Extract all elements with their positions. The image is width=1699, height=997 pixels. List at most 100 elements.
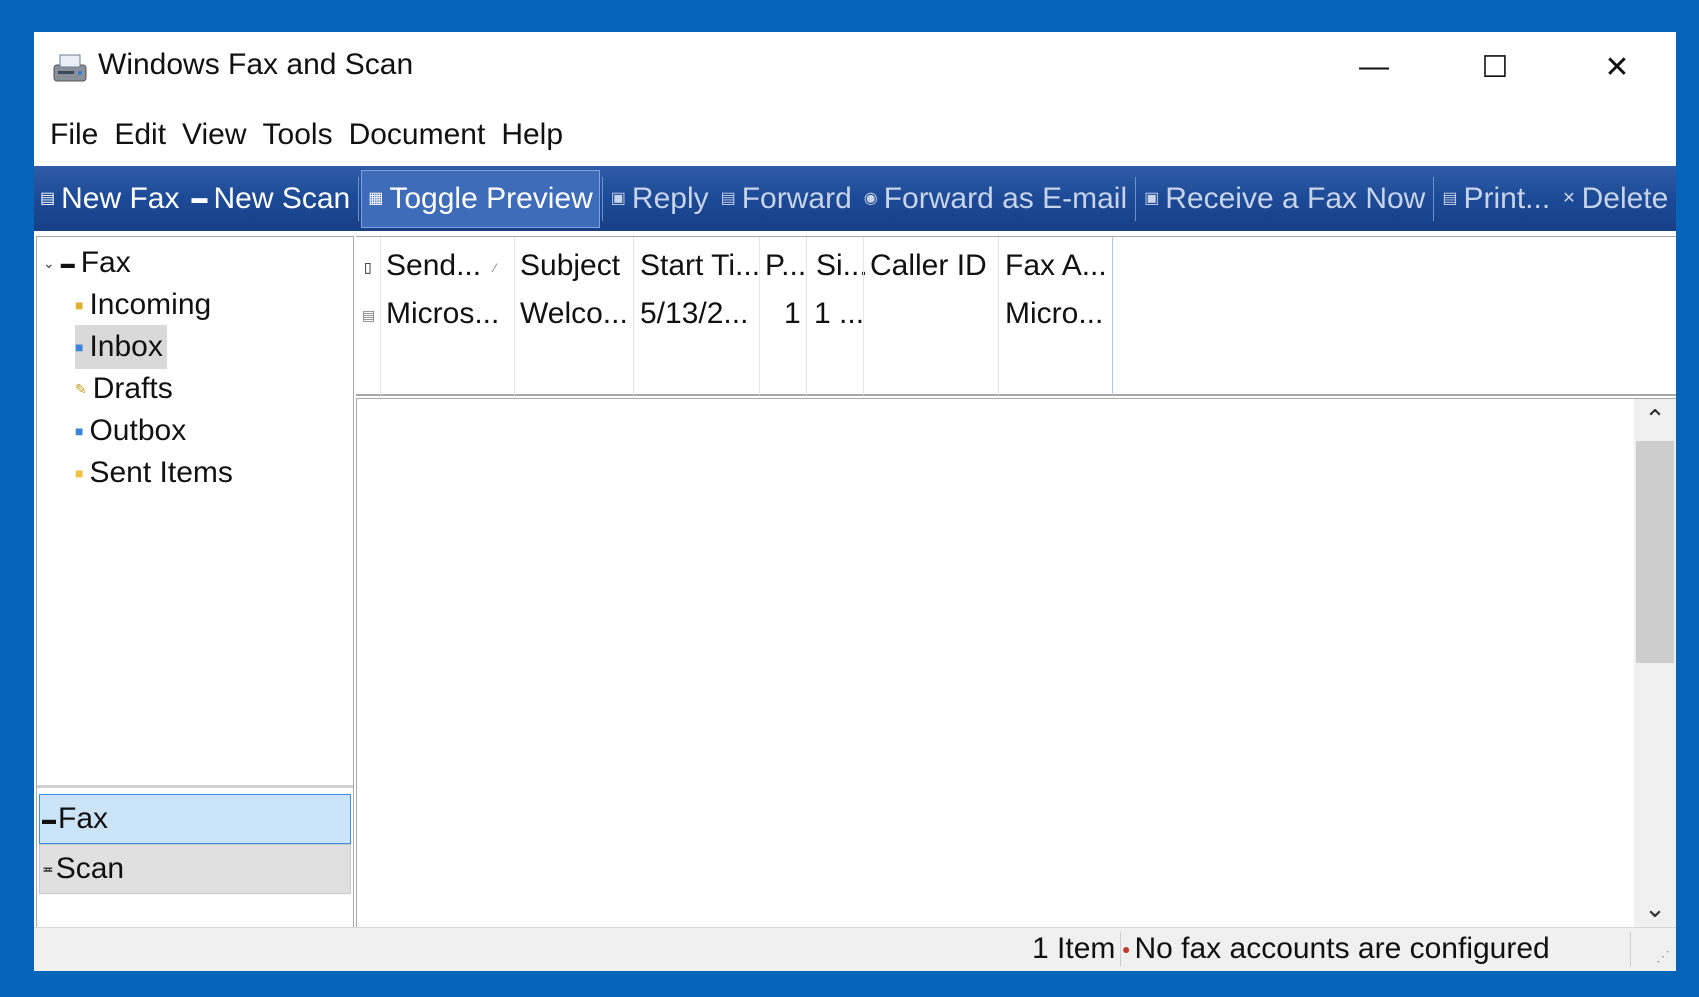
column-header-size[interactable]: Si... [816, 249, 868, 283]
tree-folder-label: Sent Items [89, 456, 233, 489]
nav-scan-button[interactable]: ≖ Scan [39, 844, 351, 894]
forward-button[interactable]: ▤ Forward [715, 171, 858, 227]
scroll-down-icon[interactable]: ⌄ [1634, 888, 1676, 928]
forward-email-button[interactable]: ◉ Forward as E-mail [858, 171, 1133, 227]
maximize-button[interactable]: ☐ [1465, 46, 1525, 88]
cell-subject: Welco... [520, 297, 628, 330]
vertical-scrollbar[interactable]: ⌃ ⌄ [1634, 399, 1676, 928]
toolbar-separator [1433, 176, 1435, 221]
item-count: 1 Item [1032, 932, 1116, 965]
status-bar: 1 Item ● No fax accounts are configured … [34, 927, 1676, 971]
status-divider [1120, 932, 1121, 966]
tree-root-label: Fax [80, 246, 131, 279]
scroll-up-icon[interactable]: ⌃ [1634, 399, 1676, 439]
folder-pane: ⌄ ▬ Fax ■ Incoming ■ Inbox ✎ Drafts ■ Ou… [36, 236, 354, 962]
menu-file[interactable]: File [42, 118, 106, 152]
minimize-button[interactable]: — [1344, 46, 1404, 88]
new-fax-label: New Fax [61, 181, 180, 215]
column-divider [759, 237, 760, 395]
menu-edit[interactable]: Edit [106, 118, 174, 152]
sort-indicator-icon: ⁄ [494, 261, 497, 275]
pane-splitter[interactable] [37, 785, 353, 788]
document-icon: ▤ [362, 307, 376, 323]
new-scan-label: New Scan [213, 181, 351, 215]
nav-scan-label: Scan [55, 852, 125, 885]
menu-help[interactable]: Help [493, 118, 571, 152]
toolbar-separator [1135, 176, 1137, 221]
pencil-icon: ✎ [75, 380, 87, 397]
title-bar: Windows Fax and Scan — ☐ ✕ [34, 32, 1676, 104]
scroll-thumb[interactable] [1636, 441, 1674, 663]
cell-fax-account: Micro... [1005, 297, 1104, 330]
type-column-icon: ▯ [364, 259, 372, 275]
menu-bar: File Edit View Tools Document Help [34, 110, 571, 160]
delete-label: Delete [1581, 181, 1669, 215]
preview-pane: ⌃ ⌄ [356, 398, 1676, 928]
forward-icon: ▤ [720, 189, 736, 207]
window-title: Windows Fax and Scan [98, 48, 414, 81]
column-divider [998, 237, 999, 395]
tree-root-fax[interactable]: ⌄ ▬ Fax [43, 241, 131, 285]
column-divider [1112, 237, 1113, 395]
menu-view[interactable]: View [174, 118, 254, 152]
tree-folder-label: Drafts [92, 372, 173, 405]
folder-icon: ■ [75, 297, 84, 313]
toggle-preview-label: Toggle Preview [389, 181, 593, 215]
fax-icon: ▬ [42, 811, 56, 827]
cell-start-time: 5/13/2... [640, 297, 749, 330]
status-message: ● No fax accounts are configured [1122, 932, 1550, 966]
nav-fax-button[interactable]: ▬ Fax [39, 794, 351, 844]
toolbar-separator [601, 176, 603, 221]
column-divider [633, 237, 634, 395]
forward-label: Forward [741, 181, 852, 215]
receive-fax-icon: ▣ [1144, 189, 1160, 207]
receive-fax-button[interactable]: ▣ Receive a Fax Now [1138, 171, 1431, 227]
delete-button[interactable]: ✕ Delete [1556, 171, 1674, 227]
close-button[interactable]: ✕ [1587, 46, 1647, 88]
tree-folder-inbox[interactable]: ■ Inbox [75, 325, 167, 369]
column-divider [514, 237, 515, 395]
column-header-pages[interactable]: P... [765, 249, 806, 283]
app-window: Windows Fax and Scan — ☐ ✕ File Edit Vie… [34, 32, 1676, 971]
cell-size: 1 ... [814, 297, 865, 330]
column-header-start-time[interactable]: Start Ti... [640, 249, 760, 283]
tree-folder-incoming[interactable]: ■ Incoming [75, 283, 211, 327]
preview-icon: ▦ [368, 189, 384, 207]
fax-scanner-icon [53, 54, 87, 82]
tree-folder-label: Inbox [89, 330, 163, 363]
message-list: ▯ Send... ⁄ Subject Start Ti... P... Si.… [356, 236, 1676, 396]
tree-folder-sent-items[interactable]: ■ Sent Items [75, 451, 233, 495]
menu-tools[interactable]: Tools [255, 118, 341, 152]
print-icon: ▤ [1442, 189, 1458, 207]
column-divider [380, 237, 381, 395]
column-header-fax-account[interactable]: Fax A... [1005, 249, 1107, 283]
print-button[interactable]: ▤ Print... [1436, 171, 1556, 227]
new-scan-button[interactable]: ▬ New Scan [185, 171, 356, 227]
forward-email-label: Forward as E-mail [883, 181, 1128, 215]
nav-fax-label: Fax [58, 802, 109, 835]
menu-document[interactable]: Document [341, 118, 494, 152]
cell-pages: 1 [784, 297, 801, 330]
toggle-preview-button[interactable]: ▦ Toggle Preview [361, 169, 600, 228]
new-scan-icon: ▬ [191, 189, 208, 207]
receive-fax-label: Receive a Fax Now [1165, 181, 1426, 215]
column-divider [806, 237, 807, 395]
tree-folder-outbox[interactable]: ■ Outbox [75, 409, 186, 453]
reply-icon: ▣ [610, 189, 626, 207]
status-divider [1630, 932, 1631, 966]
reply-button[interactable]: ▣ Reply [605, 171, 715, 227]
tree-folder-label: Incoming [89, 288, 212, 321]
chevron-down-icon[interactable]: ⌄ [43, 255, 55, 272]
column-header-sender[interactable]: Send... [386, 249, 481, 283]
folder-icon: ■ [75, 423, 84, 439]
column-header-caller-id[interactable]: Caller ID [870, 249, 987, 283]
new-fax-button[interactable]: ▤ New Fax [34, 171, 185, 227]
fax-icon: ▬ [60, 255, 75, 271]
column-header-subject[interactable]: Subject [520, 249, 620, 283]
email-icon: ◉ [863, 189, 878, 207]
resize-grip-icon[interactable]: ⋰ [1656, 948, 1670, 965]
status-message-text: No fax accounts are configured [1134, 932, 1550, 965]
tree-folder-drafts[interactable]: ✎ Drafts [75, 367, 173, 411]
new-fax-icon: ▤ [40, 189, 56, 207]
delete-icon: ✕ [1562, 189, 1576, 207]
